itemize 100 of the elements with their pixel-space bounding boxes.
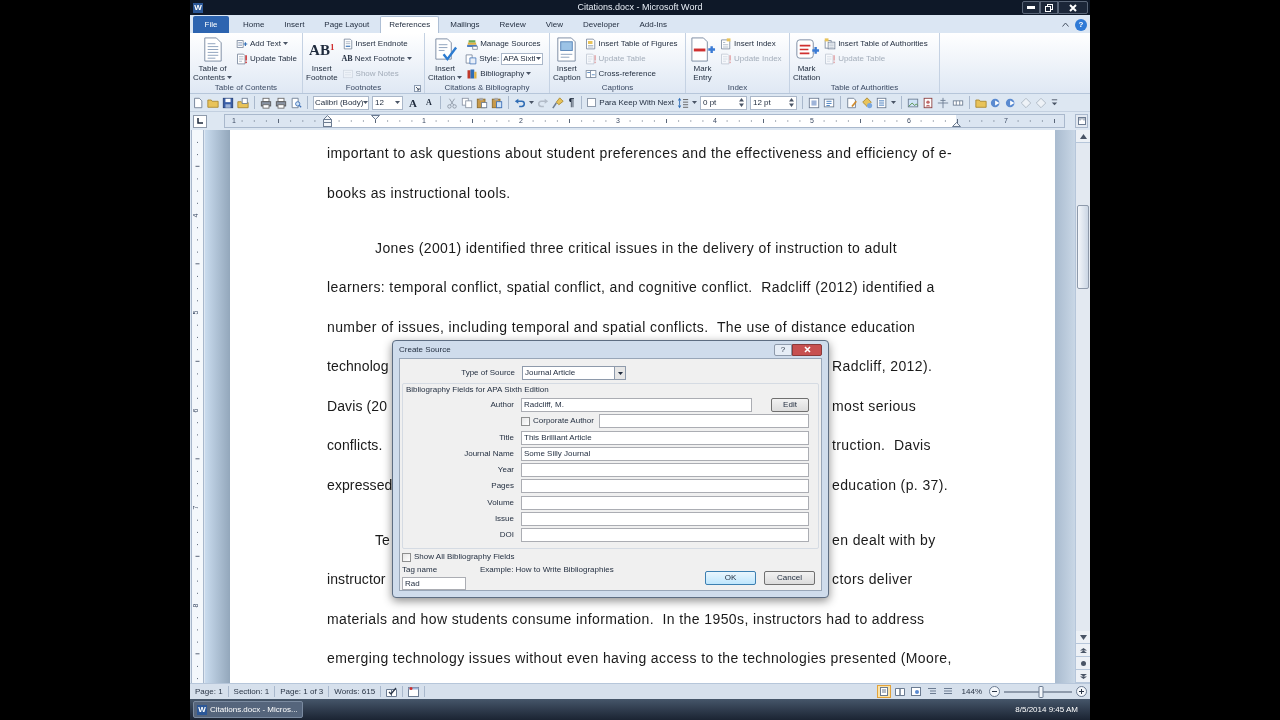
spinner-icon[interactable]: [789, 98, 794, 107]
ribbon-button[interactable]: Update Table: [235, 51, 299, 66]
shapes-icon[interactable]: [861, 96, 873, 109]
ribbon-tab[interactable]: References: [380, 16, 440, 33]
ribbon-button[interactable]: Bibliography: [465, 66, 544, 81]
view-button[interactable]: [892, 685, 907, 698]
text-field[interactable]: Rad: [402, 577, 466, 591]
spinner-icon[interactable]: [739, 98, 744, 107]
ribbon-button[interactable]: Insert Endnote: [340, 36, 413, 51]
folder-icon[interactable]: [975, 96, 987, 109]
text-field[interactable]: Some Silly Journal: [521, 446, 809, 461]
view-button[interactable]: [908, 685, 923, 698]
spacing-field[interactable]: 12 pt: [750, 95, 797, 110]
checkbox[interactable]: [587, 98, 597, 107]
large-ribbon-button[interactable]: Insert Citation: [427, 35, 464, 82]
dialog-launcher-icon[interactable]: [414, 85, 421, 92]
ribbon-button[interactable]: Insert Table of Authorities: [823, 36, 929, 51]
large-ribbon-button[interactable]: AB$^{1}$ Insert Footnote: [305, 35, 339, 82]
tab-selector-button[interactable]: [193, 114, 207, 128]
ribbon-button[interactable]: AB Next Footnote: [340, 51, 413, 66]
large-ribbon-button[interactable]: Table of Contents: [192, 35, 234, 82]
ribbon-tab[interactable]: Page Layout: [314, 16, 380, 33]
ribbon-button[interactable]: Cross-reference: [583, 66, 679, 81]
previous-page-button[interactable]: [1076, 644, 1090, 657]
overflow-icon[interactable]: [1050, 98, 1059, 107]
checkbox[interactable]: [402, 552, 411, 562]
arrow-blob-icon[interactable]: [1005, 96, 1017, 109]
word-app-icon[interactable]: W: [193, 2, 203, 13]
vertical-scrollbar[interactable]: [1075, 130, 1090, 683]
spacing-field[interactable]: 0 pt: [700, 95, 747, 110]
grow-font-button[interactable]: A: [406, 95, 420, 110]
ribbon-button[interactable]: Insert Table of Figures: [583, 36, 679, 51]
minimize-button[interactable]: [1022, 1, 1040, 14]
new-document-icon[interactable]: [192, 96, 204, 109]
dialog-button[interactable]: OK: [705, 571, 756, 586]
show-marks-button[interactable]: ¶: [566, 95, 577, 110]
ribbon-button[interactable]: Insert Index: [719, 36, 783, 51]
collapse-ribbon-icon[interactable]: [1062, 22, 1069, 27]
right-indent-marker[interactable]: [952, 122, 961, 127]
large-ribbon-button[interactable]: Mark Citation: [792, 35, 822, 82]
text-field[interactable]: [521, 528, 809, 543]
print-preview-icon[interactable]: [290, 96, 302, 109]
text-field[interactable]: This Brilliant Article: [521, 430, 809, 445]
zoom-in-button[interactable]: [1076, 686, 1087, 697]
dialog-button[interactable]: Cancel: [764, 571, 815, 586]
arrow-blob-icon[interactable]: [990, 96, 1002, 109]
view-button[interactable]: [876, 685, 891, 698]
edit-button[interactable]: Edit: [771, 398, 809, 412]
next-page-button[interactable]: [1076, 670, 1090, 683]
text-field[interactable]: [521, 479, 809, 494]
ribbon-tab[interactable]: Insert: [274, 16, 315, 33]
copy-icon[interactable]: [460, 96, 473, 109]
scroll-up-button[interactable]: [1076, 130, 1090, 143]
left-indent-marker[interactable]: [323, 115, 332, 127]
text-field[interactable]: Radcliff, M.: [521, 398, 752, 412]
brush-icon[interactable]: [551, 96, 564, 109]
scissors-icon[interactable]: [445, 96, 458, 109]
first-line-indent-marker[interactable]: [371, 115, 380, 120]
browse-object-button[interactable]: [1076, 657, 1090, 670]
scrollbar-thumb[interactable]: [1077, 205, 1089, 289]
page-frame-icon[interactable]: [808, 96, 820, 109]
text-field[interactable]: [521, 463, 809, 478]
ribbon-tab[interactable]: Developer: [573, 16, 630, 33]
portrait-frame-icon[interactable]: [922, 96, 934, 109]
zoom-out-button[interactable]: [989, 686, 1000, 697]
file-tab[interactable]: File: [193, 16, 229, 33]
restore-button[interactable]: [1040, 1, 1058, 14]
taskbar-window-button[interactable]: W Citations.docx - Micros...: [193, 701, 303, 718]
ribbon-tab[interactable]: View: [535, 16, 573, 33]
ribbon-tab[interactable]: Home: [233, 16, 275, 33]
text-field[interactable]: [599, 414, 809, 429]
undo-arrow-icon[interactable]: [513, 96, 526, 109]
font-size-box[interactable]: 12: [372, 95, 403, 110]
zoom-slider-thumb[interactable]: [1038, 685, 1044, 698]
line-spacing-icon[interactable]: [677, 96, 689, 109]
dropdown-button[interactable]: [614, 367, 625, 379]
page-pencil-icon[interactable]: [846, 96, 858, 109]
text-box-icon[interactable]: [823, 96, 835, 109]
large-ribbon-button[interactable]: Mark Entry: [688, 35, 717, 82]
text-field[interactable]: [521, 512, 809, 527]
close-button[interactable]: [1058, 1, 1088, 14]
ribbon-button[interactable]: Manage Sources: [465, 36, 544, 51]
ribbon-tab[interactable]: Add-Ins: [629, 16, 678, 33]
text-field[interactable]: [521, 495, 809, 510]
printer-icon[interactable]: [275, 96, 287, 109]
cross-lines-icon[interactable]: [937, 96, 949, 109]
view-ruler-button[interactable]: [1075, 114, 1088, 128]
picture-icon[interactable]: [907, 96, 919, 109]
ribbon-tab[interactable]: Review: [489, 16, 536, 33]
paste-special-icon[interactable]: [490, 96, 503, 109]
ribbon-button[interactable]: Add Text: [235, 36, 299, 51]
ribbon-tab[interactable]: Mailings: [440, 16, 490, 33]
scroll-down-button[interactable]: [1076, 631, 1090, 644]
shrink-font-button[interactable]: A: [422, 95, 435, 110]
source-type-dropdown[interactable]: Journal Article: [522, 366, 626, 380]
page-lines-icon[interactable]: [876, 96, 888, 109]
folder-page-icon[interactable]: [237, 96, 249, 109]
style-dropdown[interactable]: APA Sixtl: [501, 52, 544, 65]
zoom-level[interactable]: 144%: [956, 685, 987, 698]
large-ribbon-button[interactable]: Insert Caption: [552, 35, 582, 82]
